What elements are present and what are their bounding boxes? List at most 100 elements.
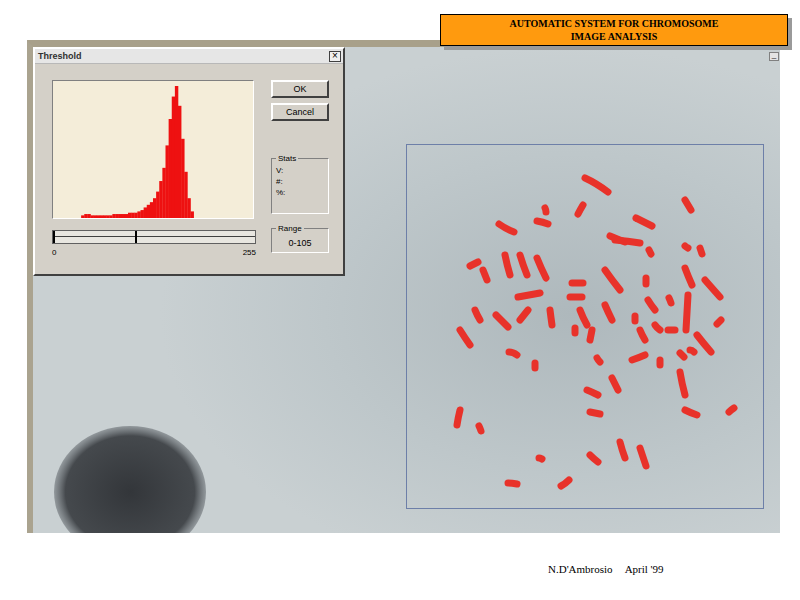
histogram-bar	[166, 145, 169, 218]
stats-field: %:	[276, 187, 324, 198]
histogram-bar	[237, 218, 240, 219]
histogram-bar	[219, 218, 222, 219]
chromosome-shape	[605, 305, 612, 320]
chromosome-shape	[649, 250, 651, 254]
chromosome-shape	[590, 330, 592, 340]
histogram-bar	[56, 218, 59, 219]
histogram-bar	[119, 214, 122, 218]
histogram-bar	[75, 218, 78, 219]
histogram-bar	[225, 218, 228, 219]
histogram-bar	[100, 215, 103, 218]
histogram-bar	[97, 215, 100, 218]
range-label: Range	[276, 224, 304, 233]
close-button[interactable]: ×	[329, 51, 341, 62]
minimize-button[interactable]: _	[769, 52, 779, 61]
dialog-button[interactable]: OK	[271, 80, 329, 98]
slider-high-thumb[interactable]	[135, 231, 137, 243]
chromosome-shape	[700, 248, 702, 254]
histogram-bar	[106, 215, 109, 218]
chromosome-shape	[615, 240, 640, 243]
slider-low-thumb[interactable]	[53, 231, 55, 243]
histogram-bar	[150, 202, 153, 218]
chromosome-shape	[475, 310, 480, 320]
histogram-bar	[53, 218, 56, 219]
histogram-bar	[78, 218, 81, 219]
chromosome-shape	[520, 310, 528, 320]
selection-rectangle[interactable]	[406, 144, 764, 509]
histogram-bar	[175, 86, 178, 218]
chromosome-shape	[479, 426, 481, 431]
histogram-bar	[94, 215, 97, 218]
chromosome-shape	[561, 480, 569, 486]
histogram-bar	[147, 205, 150, 218]
chromosome-shape	[643, 278, 650, 284]
chromosome-shape	[509, 352, 517, 355]
range-value: 0-105	[276, 235, 324, 249]
chromosome-shape	[545, 208, 546, 212]
histogram-bar	[181, 139, 184, 218]
chromosome-shape	[636, 218, 652, 226]
dialog-title: Threshold	[38, 51, 82, 61]
title-bar: Threshold ×	[35, 49, 343, 64]
chromosome-shape	[520, 255, 527, 275]
scale-min: 0	[52, 248, 56, 257]
histogram-bar	[109, 215, 112, 218]
chromosome-shape	[669, 298, 671, 303]
footer: N.D'AmbrosioApril '99	[27, 563, 800, 575]
chromosome-shape	[640, 448, 646, 466]
chromosome-shape	[690, 350, 694, 352]
chromosome-shape	[680, 372, 685, 395]
histogram-bar	[128, 213, 131, 218]
chromosome-shape	[457, 410, 460, 425]
chromosome-shape	[590, 455, 598, 462]
chromosome-shape	[470, 262, 478, 266]
chromosome-shape	[578, 205, 583, 214]
chromosome-shape	[729, 408, 734, 412]
histogram-bar	[81, 215, 84, 218]
chromosome-shape	[655, 325, 660, 330]
histogram-bar	[228, 218, 231, 219]
chromosome-shape	[572, 280, 583, 287]
dialog-button[interactable]: Cancel	[271, 103, 329, 121]
histogram-chart	[53, 81, 253, 218]
chromosome-shape	[537, 221, 548, 224]
chromosome-shape	[483, 270, 487, 280]
footer-date: April '99	[625, 563, 664, 575]
chromosome-shape	[648, 300, 655, 310]
chromosome-shape	[597, 358, 600, 362]
chromosome-shape	[550, 310, 552, 325]
histogram-bar	[206, 218, 209, 219]
threshold-dialog: Threshold×0255OKCancelStatsV:#:%:Range0-…	[33, 47, 345, 276]
stats-field: V:	[276, 165, 324, 176]
histogram-bar	[231, 218, 234, 219]
histogram-bar	[234, 218, 237, 219]
threshold-slider[interactable]	[52, 230, 256, 244]
slider-scale: 0255	[52, 248, 256, 257]
slide: AUTOMATIC SYSTEM FOR CHROMOSOME IMAGE AN…	[0, 0, 800, 600]
chromosome-shape	[532, 363, 539, 368]
image-window: _Threshold×0255OKCancelStatsV:#:%:Range0…	[27, 40, 780, 533]
chromosome-shape	[685, 268, 692, 285]
histogram-bar	[59, 218, 62, 219]
histogram-bar	[203, 218, 206, 219]
histogram-bar	[212, 218, 215, 219]
histogram-bar	[156, 192, 159, 218]
histogram-bar	[197, 218, 200, 219]
chromosome-shape	[705, 280, 720, 297]
histogram-bar	[178, 106, 181, 218]
histogram-bar	[122, 214, 125, 218]
chromosome-shape	[572, 328, 579, 333]
chromosome-shape	[685, 200, 691, 210]
histogram-bar	[69, 218, 72, 219]
chromosome-shape	[585, 178, 608, 192]
histogram-bar	[84, 214, 87, 218]
stats-field: #:	[276, 176, 324, 187]
histogram-bar	[194, 218, 197, 219]
histogram-bar	[131, 213, 134, 218]
histogram-bar	[247, 218, 250, 219]
histogram-bar	[172, 97, 175, 218]
chromosome-shape	[668, 327, 675, 334]
chromosome-shape	[499, 224, 514, 232]
chromosome-shape	[518, 293, 540, 297]
chromosome-shape	[539, 458, 542, 459]
